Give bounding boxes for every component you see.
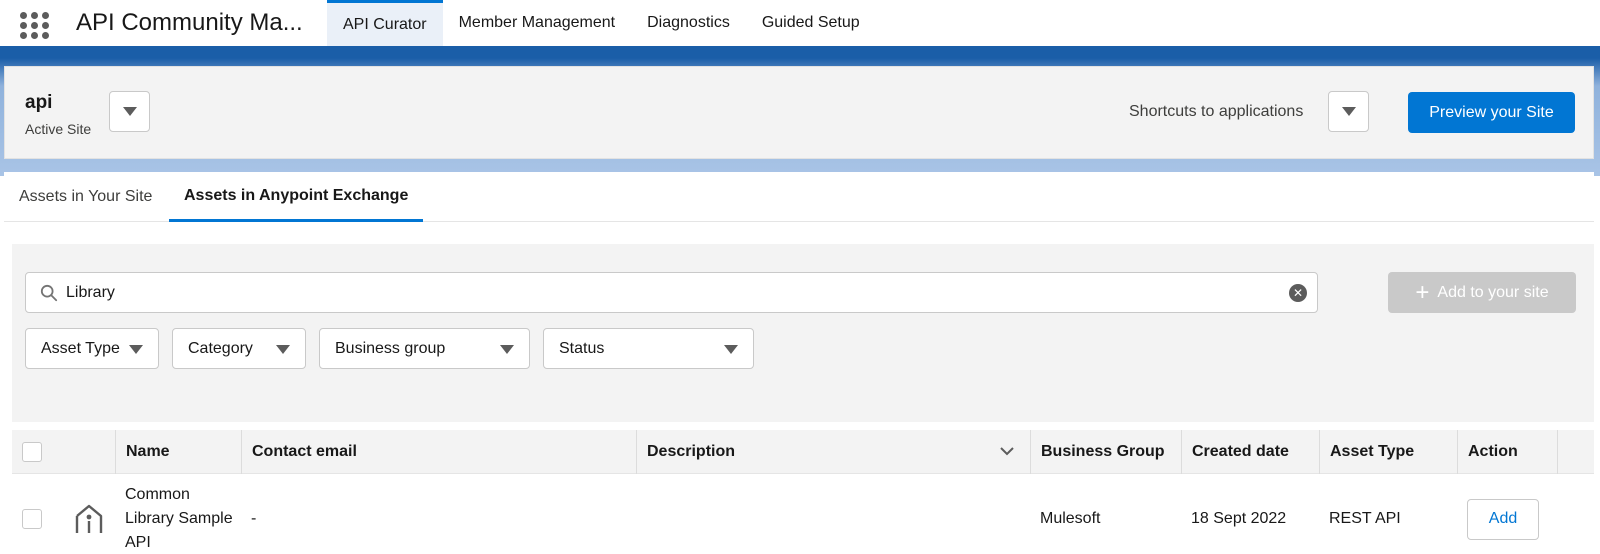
table-header: Name Contact email Description Business … [12, 430, 1594, 474]
site-switcher-dropdown[interactable] [109, 91, 150, 132]
clear-icon[interactable]: ✕ [1289, 284, 1307, 302]
filter-panel: ✕ + Add to your site Asset Type Category… [12, 244, 1594, 422]
column-asset-type[interactable]: Asset Type [1319, 430, 1457, 474]
column-business-group[interactable]: Business Group [1030, 430, 1181, 474]
table-row: Common Library Sample API - Mulesoft 18 … [12, 474, 1594, 554]
preview-site-button[interactable]: Preview your Site [1408, 92, 1575, 133]
app-launcher-icon[interactable] [20, 10, 50, 40]
shortcuts-label: Shortcuts to applications [1129, 103, 1304, 120]
filter-status[interactable]: Status [543, 328, 754, 369]
asset-action-cell: Add [1457, 474, 1558, 554]
site-status: Active Site [25, 121, 92, 137]
app-title: API Community Ma... [76, 9, 303, 36]
filter-label: Status [559, 339, 605, 357]
nav-tab-diagnostics[interactable]: Diagnostics [631, 0, 746, 46]
plus-icon: + [1415, 278, 1430, 306]
add-to-site-button[interactable]: + Add to your site [1388, 272, 1576, 313]
filter-business-group[interactable]: Business group [319, 328, 530, 369]
tab-assets-in-your-site[interactable]: Assets in Your Site [4, 172, 167, 222]
select-all-cell [12, 430, 115, 474]
asset-icon-cell [64, 474, 114, 554]
search-box: ✕ [25, 272, 1318, 313]
asset-type: REST API [1329, 510, 1401, 527]
api-asset-icon [75, 504, 103, 533]
column-description[interactable]: Description [636, 430, 1030, 474]
asset-contact-email: - [251, 510, 257, 527]
asset-tabs: Assets in Your Site Assets in Anypoint E… [4, 172, 1594, 222]
nav-tab-api-curator[interactable]: API Curator [327, 0, 443, 46]
nav-tabs: API Curator Member Management Diagnostic… [327, 0, 876, 46]
tab-assets-in-anypoint-exchange[interactable]: Assets in Anypoint Exchange [169, 172, 424, 222]
filter-label: Business group [335, 339, 446, 357]
chevron-down-icon [276, 345, 290, 354]
site-header-card: api Active Site Shortcuts to application… [4, 66, 1594, 159]
column-contact-email[interactable]: Contact email [241, 430, 636, 474]
chevron-down-icon [500, 345, 514, 354]
asset-description [636, 474, 1030, 554]
asset-created-date: 18 Sept 2022 [1191, 510, 1287, 527]
site-name: api [25, 92, 53, 113]
select-all-checkbox[interactable] [22, 442, 42, 462]
filter-label: Asset Type [41, 339, 120, 357]
search-icon [40, 284, 58, 302]
chevron-down-icon [129, 345, 143, 354]
main-content: Assets in Your Site Assets in Anypoint E… [4, 172, 1594, 554]
chevron-down-icon [724, 345, 738, 354]
chevron-down-icon [1341, 107, 1356, 116]
filter-category[interactable]: Category [172, 328, 306, 369]
chevron-down-icon [122, 107, 137, 116]
chevron-down-icon[interactable] [1000, 446, 1014, 456]
add-to-site-label: Add to your site [1437, 283, 1549, 301]
filter-label: Category [188, 339, 253, 357]
column-created-date[interactable]: Created date [1181, 430, 1319, 474]
row-select-cell [12, 474, 62, 554]
nav-tab-guided-setup[interactable]: Guided Setup [746, 0, 876, 46]
row-checkbox[interactable] [22, 509, 42, 529]
add-asset-button[interactable]: Add [1467, 498, 1539, 540]
nav-tab-member-management[interactable]: Member Management [443, 0, 632, 46]
column-description-label: Description [647, 443, 736, 460]
asset-business-group: Mulesoft [1040, 510, 1101, 527]
asset-name[interactable]: Common Library Sample API [115, 474, 241, 554]
search-input[interactable] [66, 273, 1266, 312]
global-header: API Community Ma... API Curator Member M… [0, 0, 1600, 46]
column-name[interactable]: Name [115, 430, 241, 474]
filter-asset-type[interactable]: Asset Type [25, 328, 159, 369]
shortcuts-dropdown[interactable] [1328, 91, 1369, 132]
column-action: Action [1457, 430, 1558, 474]
